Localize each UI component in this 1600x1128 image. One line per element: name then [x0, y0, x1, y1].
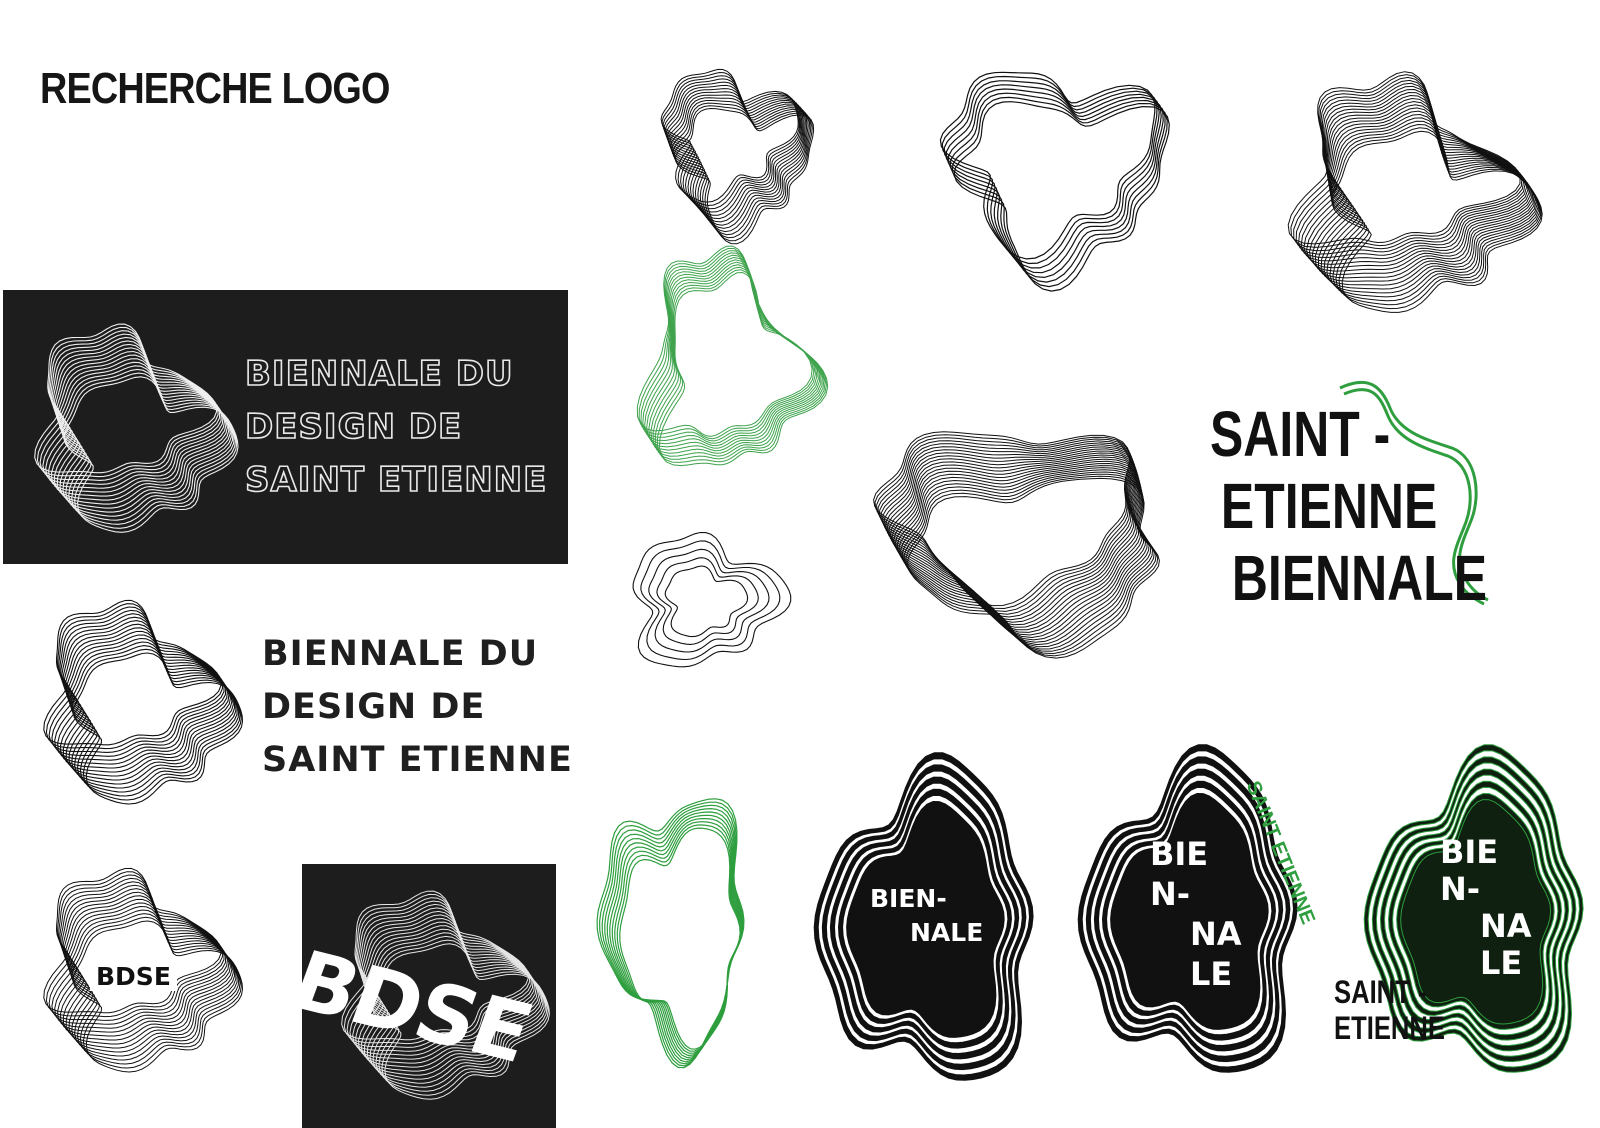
logo-dark-banner: BIENNALE DU DESIGN DE SAINT ETIENNE	[3, 290, 568, 564]
blob1-line-2: NALE	[910, 918, 984, 947]
blob2-line-4: LE	[1190, 955, 1233, 993]
wave-study-wide-black	[873, 431, 1160, 659]
green-blob-text: BIE N- NA LE	[1440, 834, 1532, 982]
light-banner-line-3: SAINT ETIENNE	[262, 740, 573, 780]
blob2-line-1: BIE	[1150, 835, 1209, 873]
dark-banner-name: BIENNALE DU DESIGN DE SAINT ETIENNE	[244, 348, 548, 507]
wave-study-outline-large	[939, 71, 1170, 292]
black-blob-2-text: BIE N- NA LE	[1150, 834, 1242, 994]
logo-bdse-square: BDSE	[302, 864, 556, 1128]
black-blob-1-text: BIEN- NALE	[870, 882, 983, 950]
wave-study-dense-black	[1287, 71, 1543, 313]
light-banner-name: BIENNALE DU DESIGN DE SAINT ETIENNE	[262, 628, 573, 787]
wordmark-line-2: ETIENNE	[1220, 470, 1438, 542]
board-title: RECHERCHE LOGO	[40, 64, 390, 113]
gblob-line-2: N-	[1440, 870, 1481, 908]
wave-study-small-black	[660, 68, 815, 245]
green-outline-blob	[596, 798, 745, 1069]
gblob-line-1: BIE	[1440, 833, 1499, 871]
gblob-caption-2: ETIENNE	[1334, 1010, 1445, 1046]
wave-study-black-loops	[632, 531, 792, 668]
wave-blob-white	[34, 323, 239, 533]
wave-study-green-1	[636, 245, 829, 467]
light-banner-line-2: DESIGN DE	[262, 687, 486, 727]
gblob-line-3: NA	[1480, 907, 1532, 945]
gblob-line-4: LE	[1480, 944, 1523, 982]
wave-blob-black-1	[43, 599, 244, 805]
bdse-small-label: BDSE	[90, 962, 177, 991]
saint-etienne-wordmark: SAINT - ETIENNE BIENNALE	[1210, 398, 1487, 614]
wordmark-line-3: BIENNALE	[1231, 542, 1487, 614]
green-blob-caption: SAINT - ETIENNE	[1334, 974, 1445, 1046]
wordmark-line-1: SAINT -	[1210, 398, 1391, 470]
blob1-line-1: BIEN-	[870, 884, 947, 913]
dark-banner-line-3: SAINT ETIENNE	[244, 459, 548, 501]
blob2-line-2: N-	[1150, 875, 1191, 913]
dark-banner-line-2: DESIGN DE	[244, 406, 463, 448]
light-banner-line-1: BIENNALE DU	[262, 634, 539, 674]
dark-banner-line-1: BIENNALE DU	[244, 353, 514, 395]
blob2-line-3: NA	[1190, 915, 1242, 953]
gblob-caption-1: SAINT -	[1334, 974, 1427, 1010]
